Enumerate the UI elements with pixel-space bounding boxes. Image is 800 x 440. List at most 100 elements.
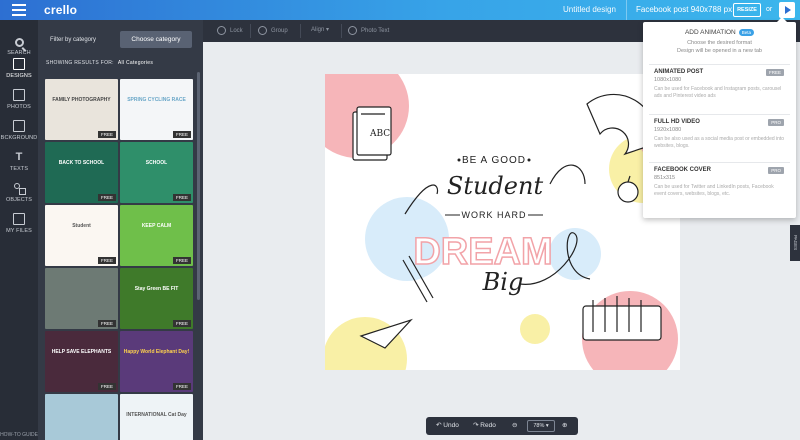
option-size: 1080x1080 [654,77,682,83]
redo-icon: ↷ [473,422,479,429]
add-animation-dropdown: ADD ANIMATION Beta Choose the desired for… [643,17,796,218]
document-title[interactable]: Untitled design [563,5,616,14]
undo-icon: ↶ [436,422,442,429]
nav-search[interactable]: SEARCH [0,38,38,56]
template-tile[interactable]: Student FREE [45,205,118,266]
template-tile[interactable]: KEEP CALM FREE [120,205,193,266]
separator [300,24,301,38]
lock-label: Lock [230,28,243,35]
results-value: All Categories [117,60,154,66]
template-tile[interactable]: SPRING CYCLING RACE FREE [120,79,193,140]
background-icon [13,120,25,132]
undo-button[interactable]: ↶ Undo [436,421,459,429]
app-logo[interactable]: crello [44,3,77,17]
undo-label: Undo [443,422,459,429]
dropdown-subtitle: Choose the desired format [687,40,752,46]
results-label: SHOWING RESULTS FOR: All Categories [46,60,153,66]
option-size: 851x315 [654,175,676,181]
lock-button[interactable]: Lock [217,26,243,35]
dropdown-title-text: ADD ANIMATION [684,29,736,37]
nav-photos[interactable]: PHOTOS [0,89,38,110]
free-badge: FREE [97,383,116,390]
or-label: or [766,6,773,13]
search-icon [14,38,24,47]
option-facebook-cover[interactable]: FACEBOOK COVER PRO 851x315 Can be used f… [649,162,790,204]
group-button[interactable]: Group [258,26,288,35]
filter-label: Filter by category [50,37,97,43]
yellow-circle [520,314,550,344]
zoom-out-icon[interactable]: ⊖ [512,421,517,429]
nav-label: BCKGROUND [0,135,38,141]
template-tile[interactable]: HELP SAVE ELEPHANTS FREE [45,331,118,392]
free-badge: FREE [172,131,191,138]
animate-button[interactable] [779,2,795,18]
folder-icon [13,213,25,225]
template-tile[interactable]: FAMILY PHOTOGRAPHY FREE [45,79,118,140]
photo-text-label: Photo Text [361,28,390,35]
free-badge: FREE [172,383,191,390]
option-name: ANIMATED POST [654,69,704,75]
divider [626,0,627,20]
nav-label: OBJECTS [5,197,33,203]
option-name: FACEBOOK COVER [654,167,712,173]
template-tile[interactable]: Stay Green BE FIT FREE [120,268,193,329]
template-tile[interactable]: Happy World Elephant Day! FREE [120,331,193,392]
free-badge: FREE [172,194,191,201]
free-badge: FREE [97,320,116,327]
option-animated-post[interactable]: ANIMATED POST FREE 1080x1080 Can be used… [649,64,790,106]
pro-badge: PRO [768,167,784,174]
template-title: KEEP CALM [141,223,172,229]
free-badge: FREE [765,69,784,76]
be-a-good-text: BE A GOOD [462,155,526,166]
template-tile[interactable]: FREE [45,268,118,329]
template-tile[interactable]: INTERNATIONAL Cat Day [120,394,193,440]
play-icon [785,6,791,14]
zoom-value: 78% [533,423,545,429]
pages-tab[interactable]: PAGES [790,225,800,261]
free-badge: FREE [97,257,116,264]
template-title: Happy World Elephant Day! [123,349,190,355]
panel-scrollbar[interactable] [197,72,200,300]
results-prefix: SHOWING RESULTS FOR: [46,60,114,66]
nav-label: PHOTOS [7,104,31,110]
photo-text-button[interactable]: Photo Text [348,26,389,35]
beta-badge: Beta [738,29,755,36]
nav-background[interactable]: BCKGROUND [0,120,38,141]
design-canvas[interactable]: ABC BE A GOOD Student WORK HARD DREAM Bi… [325,74,680,370]
template-tile[interactable]: SCHOOL FREE [120,142,193,203]
option-size: 1920x1080 [654,127,682,133]
template-tile[interactable]: BACK TO SCHOOL FREE [45,142,118,203]
template-title: INTERNATIONAL Cat Day [126,412,187,418]
text-icon: T [15,151,23,163]
align-dropdown[interactable]: Align ▾ [311,26,329,33]
pro-badge: PRO [768,119,784,126]
howto-guide-link[interactable]: HOW-TO GUIDE [0,432,38,438]
template-title: SPRING CYCLING RACE [127,97,186,103]
template-title: Stay Green BE FIT [134,286,179,292]
redo-button[interactable]: ↷ Redo [473,421,496,429]
dropdown-title: ADD ANIMATION Beta [643,29,796,36]
nav-designs[interactable]: DESIGNS [0,54,38,84]
photos-icon [13,89,25,101]
group-icon [258,26,267,35]
designs-icon [13,58,25,70]
nav-texts[interactable]: T TEXTS [0,151,38,172]
dropdown-subtitle: Design will be opened in a new tab [676,48,762,54]
template-title: FAMILY PHOTOGRAPHY [52,97,111,103]
photo-text-icon [348,26,357,35]
option-full-hd-video[interactable]: FULL HD VIDEO PRO 1920x1080 Can be also … [649,114,790,156]
nav-my-files[interactable]: MY FILES [0,213,38,234]
separator [341,24,342,38]
option-description: Can be also used as a social media post … [654,136,785,149]
resize-button[interactable]: RESIZE [733,3,761,17]
template-tile[interactable] [45,394,118,440]
choose-category-button[interactable]: Choose category [120,31,192,48]
separator [250,24,251,38]
menu-icon[interactable] [12,4,26,16]
big-text: Big [482,268,524,296]
zoom-in-icon[interactable]: ⊕ [562,421,567,429]
nav-objects[interactable]: OBJECTS [0,182,38,203]
zoom-select[interactable]: 78% ▾ [527,420,555,432]
top-bar: crello Untitled design Facebook post 940… [0,0,800,20]
free-badge: FREE [97,194,116,201]
